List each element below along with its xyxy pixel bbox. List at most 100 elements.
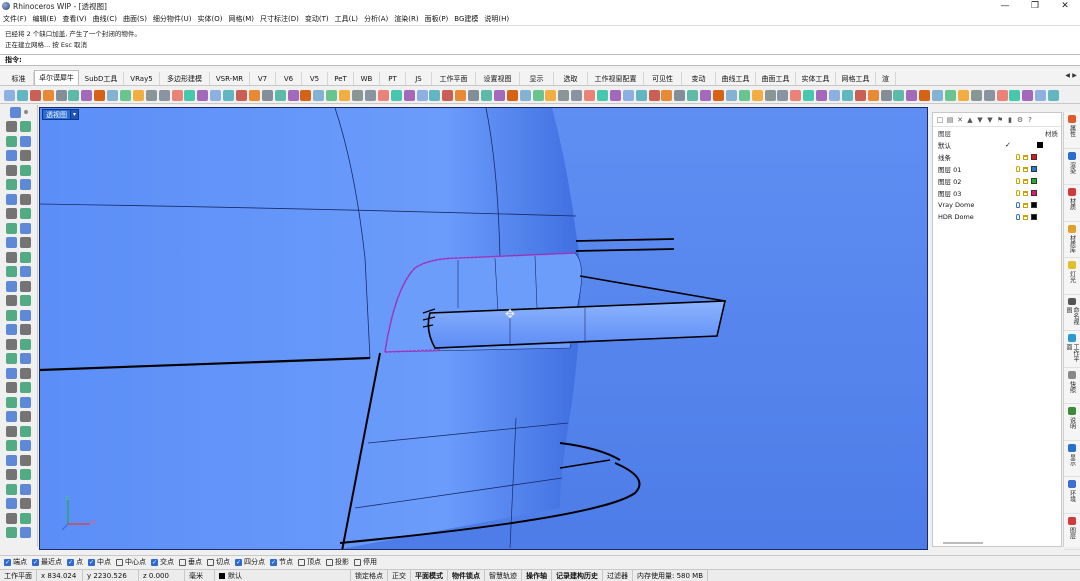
toolbar-tab[interactable]: V7 (250, 72, 276, 85)
toolbar-tab[interactable]: PeT (328, 72, 354, 85)
toolbar-tab[interactable]: JS (406, 72, 432, 85)
tool-icon[interactable] (764, 89, 776, 101)
tool-icon[interactable] (468, 89, 480, 101)
status-toggle[interactable]: 物件锁点 (448, 569, 485, 581)
osnap-option[interactable]: ✓ 中点 (88, 557, 111, 567)
tool-icon[interactable] (20, 193, 31, 205)
layer-color-swatch[interactable] (1031, 166, 1037, 172)
tool-icon[interactable] (558, 89, 570, 101)
menu-item[interactable]: 文件(F) (3, 14, 27, 24)
panel-scrollbar[interactable] (943, 542, 983, 544)
tool-icon[interactable] (403, 89, 415, 101)
close-button[interactable]: ✕ (1050, 0, 1080, 12)
tool-icon[interactable] (635, 89, 647, 101)
tool-icon[interactable] (20, 324, 31, 336)
tool-icon[interactable] (20, 222, 31, 234)
tool-icon[interactable] (1022, 89, 1034, 101)
tool-icon[interactable] (132, 89, 144, 101)
visibility-bulb-icon[interactable] (1016, 214, 1020, 220)
visibility-bulb-icon[interactable] (1016, 166, 1020, 172)
osnap-checkbox[interactable]: ✓ (270, 558, 277, 566)
menu-item[interactable]: 说明(H) (484, 14, 509, 24)
layer-tool-icon[interactable]: ⚑ (996, 116, 1004, 124)
toolbar-tab[interactable]: WB (354, 72, 380, 85)
osnap-checkbox[interactable] (116, 558, 123, 566)
toolbar-tab[interactable]: VRay5 (124, 72, 160, 85)
toolbar-tab[interactable]: 设置视图 (476, 72, 520, 85)
osnap-option[interactable]: ✓ 最近点 (32, 557, 62, 567)
menu-item[interactable]: 面板(P) (425, 14, 449, 24)
panel-tab[interactable]: 环境 (1064, 477, 1080, 514)
menu-item[interactable]: 实体(O) (198, 14, 223, 24)
tool-icon[interactable] (6, 295, 17, 307)
toolbar-tab[interactable]: 工作视窗配置 (588, 72, 644, 85)
tool-icon[interactable] (932, 89, 944, 101)
tool-icon[interactable] (390, 89, 402, 101)
tool-icon[interactable] (841, 89, 853, 101)
tool-icon[interactable] (6, 338, 17, 350)
osnap-checkbox[interactable] (179, 558, 186, 566)
tool-icon[interactable] (20, 469, 31, 481)
panel-tab[interactable]: 属性 (1064, 112, 1080, 149)
status-toggle[interactable]: 过滤器 (603, 569, 633, 581)
tool-icon[interactable] (6, 266, 17, 278)
tool-icon[interactable] (970, 89, 982, 101)
layer-row[interactable]: 默认 ✓ (933, 139, 1061, 151)
layer-tool-icon[interactable]: ▼ (976, 116, 984, 124)
tool-icon[interactable] (274, 89, 286, 101)
osnap-checkbox[interactable]: ✓ (151, 558, 158, 566)
panel-tab[interactable]: 图层 (1064, 514, 1080, 550)
osnap-option[interactable]: ✓ 交点 (151, 557, 174, 567)
tool-icon[interactable] (20, 121, 31, 133)
tool-icon[interactable] (596, 89, 608, 101)
layer-tool-icon[interactable]: ✕ (956, 116, 964, 124)
tool-icon[interactable] (957, 89, 969, 101)
menu-item[interactable]: 分析(A) (364, 14, 388, 24)
tool-icon[interactable] (519, 89, 531, 101)
tool-icon[interactable] (1048, 89, 1060, 101)
tool-icon[interactable] (1035, 89, 1047, 101)
status-toggle[interactable]: 内存使用量: 580 MB (633, 569, 709, 581)
osnap-option[interactable]: 切点 (207, 557, 230, 567)
tool-icon[interactable] (20, 237, 31, 249)
tool-icon[interactable] (20, 527, 31, 539)
menu-item[interactable]: 渲染(R) (394, 14, 418, 24)
osnap-option[interactable]: 停用 (354, 557, 377, 567)
tool-icon[interactable] (145, 89, 157, 101)
menu-item[interactable]: 网格(M) (229, 14, 255, 24)
toolbar-tab[interactable]: 实体工具 (796, 72, 836, 85)
osnap-option[interactable]: ✓ 点 (67, 557, 83, 567)
layer-tool-icon[interactable]: ? (1026, 116, 1034, 124)
panel-tab[interactable]: 材质 (1064, 185, 1080, 222)
tool-icon[interactable] (532, 89, 544, 101)
tool-icon[interactable] (287, 89, 299, 101)
tab-scroll-right-icon[interactable]: ▶ (1071, 72, 1078, 79)
tool-icon[interactable] (55, 89, 67, 101)
osnap-option[interactable]: 中心点 (116, 557, 146, 567)
status-toggle[interactable]: 平面模式 (411, 569, 448, 581)
layer-color-swatch[interactable] (1031, 190, 1037, 196)
tool-icon[interactable] (6, 454, 17, 466)
toolbar-tab[interactable]: 变动 (682, 72, 716, 85)
tool-icon[interactable] (506, 89, 518, 101)
toolbar-tab[interactable]: VSR-MR (210, 72, 250, 85)
status-toggle[interactable]: 智慧轨迹 (485, 569, 522, 581)
toolbar-tab[interactable]: 曲面工具 (756, 72, 796, 85)
toolbar-tab[interactable]: V5 (302, 72, 328, 85)
osnap-option[interactable]: 垂点 (179, 557, 202, 567)
tool-icon[interactable] (326, 89, 338, 101)
tool-icon[interactable] (6, 208, 17, 220)
tool-icon[interactable] (6, 411, 17, 423)
tool-icon[interactable] (20, 382, 31, 394)
menu-item[interactable]: 编辑(E) (33, 14, 57, 24)
osnap-checkbox[interactable] (298, 558, 305, 566)
toolbar-tab[interactable]: 网格工具 (836, 72, 876, 85)
tool-icon[interactable] (6, 483, 17, 495)
toolbar-tab[interactable]: SubD工具 (79, 72, 124, 85)
tool-icon[interactable] (20, 512, 31, 524)
tool-icon[interactable] (210, 89, 222, 101)
layer-row[interactable]: 线条 (933, 151, 1061, 163)
tool-icon[interactable] (364, 89, 376, 101)
tool-icon[interactable] (20, 179, 31, 191)
menu-item[interactable]: 工具(L) (335, 14, 358, 24)
